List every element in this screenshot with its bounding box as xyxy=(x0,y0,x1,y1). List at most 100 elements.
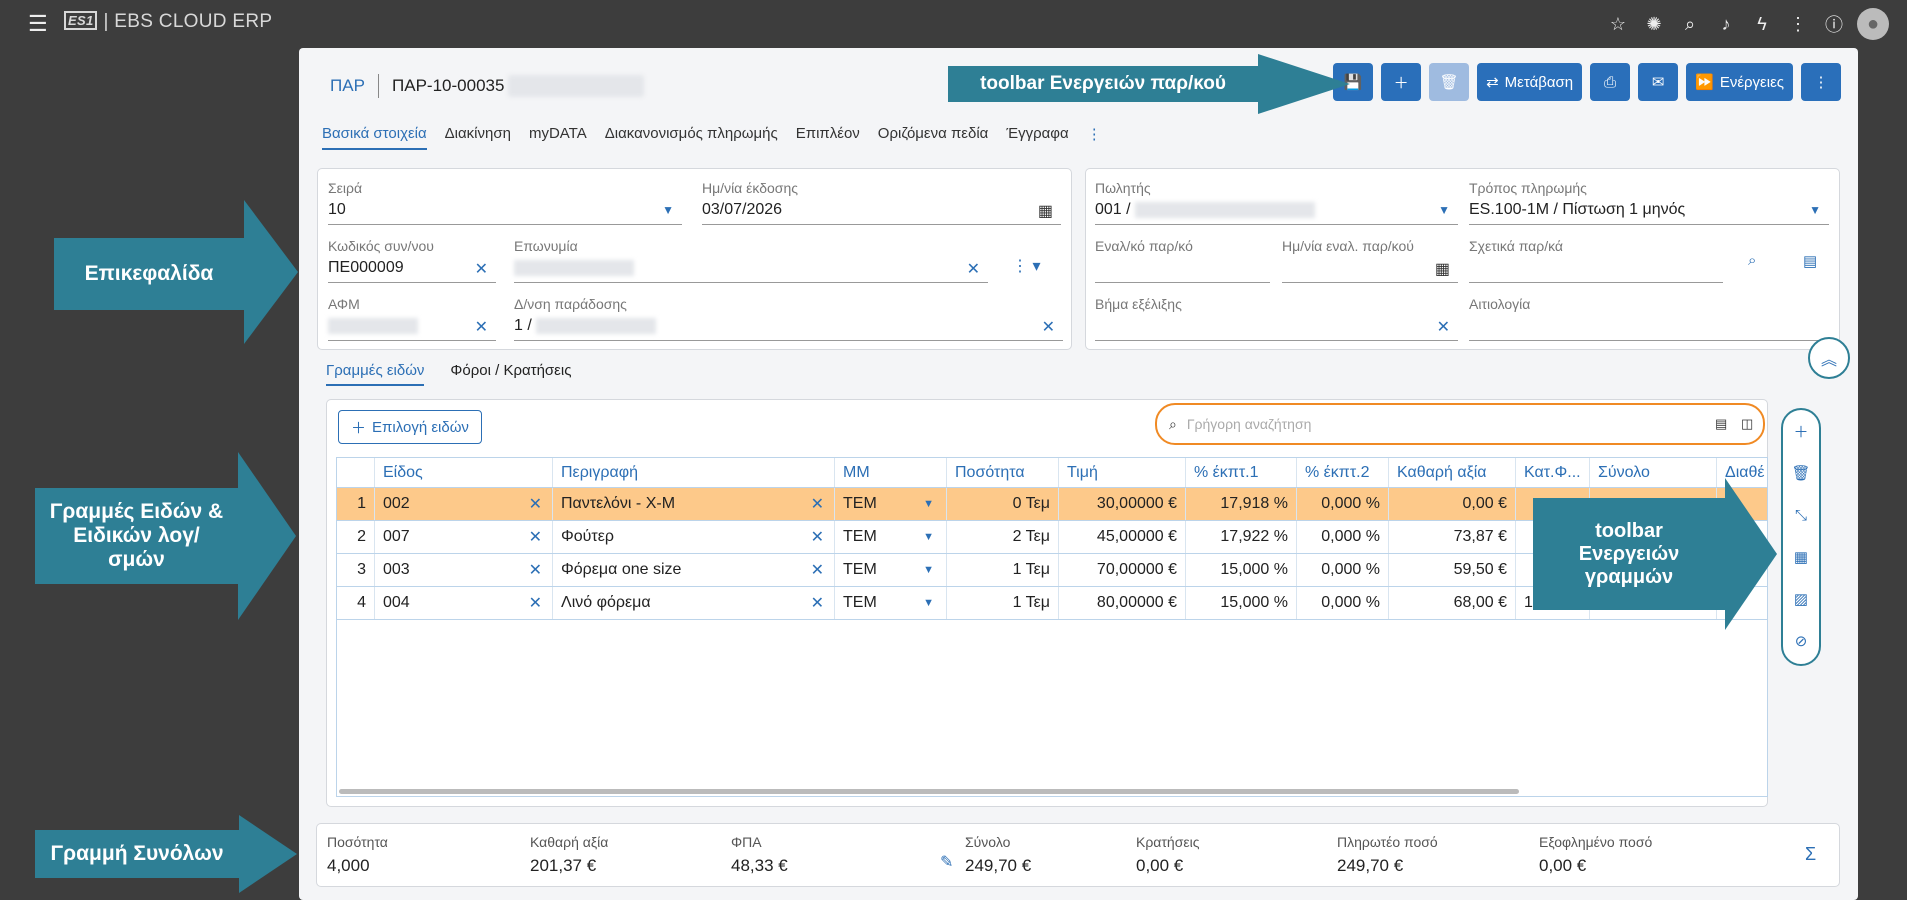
info-icon[interactable]: ⓘ xyxy=(1821,11,1847,37)
cell-item-description[interactable]: Λινό φόρεμα ✕ xyxy=(553,587,835,619)
cell-quantity[interactable]: 1 Τεμ xyxy=(947,587,1059,619)
more-tabs-icon[interactable]: ⋮ xyxy=(1087,125,1102,150)
partner-name-field[interactable]: Επωνυμία ✕ xyxy=(514,238,988,283)
link-icon[interactable]: ⊘ xyxy=(1795,628,1808,654)
sum-icon[interactable]: Σ xyxy=(1805,844,1816,865)
reason-field[interactable]: Αιτιολογία xyxy=(1469,296,1829,341)
progress-step-field[interactable]: Βήμα εξέλιξης ✕ xyxy=(1095,296,1458,341)
clear-icon[interactable]: ✕ xyxy=(529,560,542,580)
barcode-icon[interactable]: ▤ xyxy=(1715,416,1727,432)
horizontal-scrollbar[interactable] xyxy=(339,789,1519,794)
clear-icon[interactable]: ✕ xyxy=(475,317,488,337)
clear-icon[interactable]: ✕ xyxy=(475,259,488,279)
email-button[interactable]: ✉ xyxy=(1638,63,1679,101)
calendar-icon[interactable]: ▦ xyxy=(1038,201,1053,221)
clear-icon[interactable]: ✕ xyxy=(967,259,980,279)
clear-icon[interactable]: ✕ xyxy=(1437,317,1450,337)
actions-button[interactable]: ⏩ Ενέργειες xyxy=(1686,63,1793,101)
search-icon[interactable]: ⌕ xyxy=(1677,11,1703,37)
cell-discount2[interactable]: 0,000 % xyxy=(1297,554,1389,586)
star-icon[interactable]: ☆ xyxy=(1605,11,1631,37)
trash-icon[interactable]: 🗑 xyxy=(1791,460,1810,486)
counter-doc-field[interactable]: Εναλ/κό παρ/κό xyxy=(1095,238,1270,283)
clear-icon[interactable]: ✕ xyxy=(811,527,824,547)
cell-unit[interactable]: TEM ▼ xyxy=(835,488,947,520)
columns-icon[interactable]: ◫ xyxy=(1741,416,1753,432)
tab-item-lines[interactable]: Γραμμές ειδών xyxy=(326,362,425,386)
cell-net-value[interactable]: 68,00 € xyxy=(1389,587,1516,619)
cell-net-value[interactable]: 59,50 € xyxy=(1389,554,1516,586)
tab-custom-fields[interactable]: Οριζόμενα πεδία xyxy=(878,125,989,150)
tab-transport[interactable]: Διακίνηση xyxy=(445,125,511,150)
cell-unit[interactable]: TEM ▼ xyxy=(835,521,947,553)
tab-basic[interactable]: Βασικά στοιχεία xyxy=(322,125,427,150)
col-item[interactable]: Είδος xyxy=(375,458,553,487)
clear-icon[interactable]: ✕ xyxy=(529,494,542,514)
cell-unit[interactable]: TEM ▼ xyxy=(835,587,947,619)
more-button[interactable]: ⋮ xyxy=(1801,63,1841,101)
quick-search-input[interactable]: ⌕ Γρήγορη αναζήτηση ▤ ◫ xyxy=(1155,403,1765,445)
cell-net-value[interactable]: 0,00 € xyxy=(1389,488,1516,520)
cell-item-code[interactable]: 004 ✕ xyxy=(375,587,553,619)
col-discount2[interactable]: % έκπτ.2 xyxy=(1297,458,1389,487)
seller-field[interactable]: Πωλητής 001 / ▼ xyxy=(1095,180,1458,225)
chevron-down-icon[interactable]: ▼ xyxy=(923,597,934,609)
lightbulb-icon[interactable]: ✺ xyxy=(1641,11,1667,37)
chevron-down-icon[interactable]: ▼ xyxy=(923,564,934,576)
partner-options-icon[interactable]: ⋮ ▾ xyxy=(1012,256,1040,276)
clear-icon[interactable]: ✕ xyxy=(529,593,542,613)
chevron-down-icon[interactable]: ▼ xyxy=(662,203,674,217)
tab-documents[interactable]: Έγγραφα xyxy=(1006,125,1068,150)
tab-payment[interactable]: Διακανονισμός πληρωμής xyxy=(605,125,778,150)
document-icon[interactable]: ▤ xyxy=(1803,252,1817,270)
clear-icon[interactable]: ✕ xyxy=(1042,317,1055,337)
cell-discount1[interactable]: 15,000 % xyxy=(1186,587,1297,619)
cell-item-description[interactable]: Φόρεμα one size ✕ xyxy=(553,554,835,586)
transition-button[interactable]: ⇄ Μετάβαση xyxy=(1477,63,1583,101)
bell-icon[interactable]: ♪ xyxy=(1713,11,1739,37)
cell-unit[interactable]: TEM ▼ xyxy=(835,554,947,586)
chevron-down-icon[interactable]: ▼ xyxy=(1809,203,1821,217)
cell-item-code[interactable]: 003 ✕ xyxy=(375,554,553,586)
doc-type-link[interactable]: ΠΑΡ xyxy=(330,76,365,96)
edit-icon[interactable]: ✎ xyxy=(940,852,953,872)
cell-discount2[interactable]: 0,000 % xyxy=(1297,488,1389,520)
cell-item-code[interactable]: 007 ✕ xyxy=(375,521,553,553)
col-tax-category[interactable]: Κατ.Φ... xyxy=(1516,458,1590,487)
cell-price[interactable]: 30,00000 € xyxy=(1059,488,1186,520)
clear-icon[interactable]: ✕ xyxy=(811,494,824,514)
compress-icon[interactable]: ⤡ xyxy=(1795,502,1807,528)
cell-quantity[interactable]: 2 Τεμ xyxy=(947,521,1059,553)
cell-discount1[interactable]: 15,000 % xyxy=(1186,554,1297,586)
print-button[interactable]: ⎙ xyxy=(1590,63,1631,101)
col-quantity[interactable]: Ποσότητα xyxy=(947,458,1059,487)
chevron-down-icon[interactable]: ▼ xyxy=(923,531,934,543)
col-discount1[interactable]: % έκπτ.1 xyxy=(1186,458,1297,487)
avatar-icon[interactable]: ● xyxy=(1857,8,1889,40)
calendar-icon[interactable]: ▦ xyxy=(1435,259,1450,279)
chevron-down-icon[interactable]: ▼ xyxy=(1438,203,1450,217)
cell-discount1[interactable]: 17,922 % xyxy=(1186,521,1297,553)
cell-net-value[interactable]: 73,87 € xyxy=(1389,521,1516,553)
col-total[interactable]: Σύνολο xyxy=(1590,458,1717,487)
related-docs-field[interactable]: Σχετικά παρ/κά xyxy=(1469,238,1723,283)
cell-item-code[interactable]: 002 ✕ xyxy=(375,488,553,520)
payment-method-field[interactable]: Τρόπος πληρωμής ES.100-1M / Πίστωση 1 μην… xyxy=(1469,180,1829,225)
col-description[interactable]: Περιγραφή xyxy=(553,458,835,487)
tab-taxes[interactable]: Φόροι / Κρατήσεις xyxy=(450,362,571,386)
clear-icon[interactable]: ✕ xyxy=(811,560,824,580)
delivery-address-field[interactable]: Δ/νση παράδοσης 1 / ✕ xyxy=(514,296,1063,341)
cell-item-description[interactable]: Παντελόνι - X-M ✕ xyxy=(553,488,835,520)
delete-button[interactable]: 🗑 xyxy=(1429,63,1470,101)
col-net-value[interactable]: Καθαρή αξία xyxy=(1389,458,1516,487)
series-field[interactable]: Σειρά 10 ▼ xyxy=(328,180,682,225)
tab-mydata[interactable]: myDATA xyxy=(529,125,587,150)
cell-quantity[interactable]: 0 Τεμ xyxy=(947,488,1059,520)
col-price[interactable]: Τιμή xyxy=(1059,458,1186,487)
more-vertical-icon[interactable]: ⋮ xyxy=(1785,11,1811,37)
counter-date-field[interactable]: Ημ/νία εναλ. παρ/κού ▦ xyxy=(1282,238,1458,283)
cell-discount2[interactable]: 0,000 % xyxy=(1297,587,1389,619)
col-unit[interactable]: ΜΜ xyxy=(835,458,947,487)
clear-icon[interactable]: ✕ xyxy=(811,593,824,613)
cell-item-description[interactable]: Φούτερ ✕ xyxy=(553,521,835,553)
